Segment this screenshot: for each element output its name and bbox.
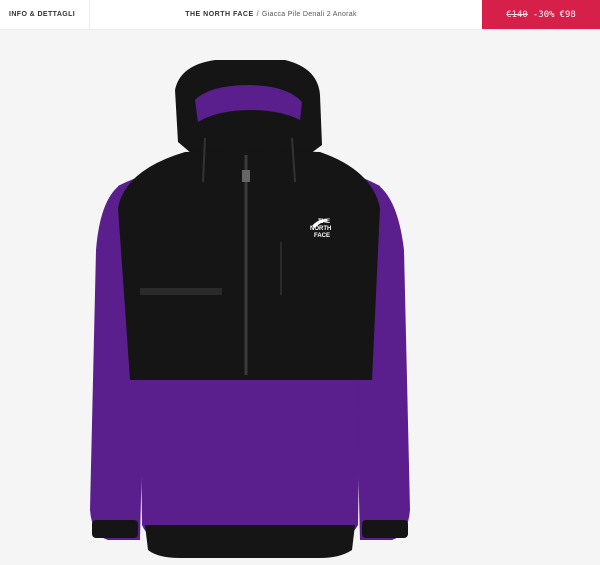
product-image-area: THE NORTH FACE: [0, 30, 600, 565]
breadcrumb-separator: /: [256, 11, 259, 18]
right-cuff: [362, 520, 408, 538]
info-details-label: INFO & DETTAGLI: [9, 11, 76, 18]
breadcrumb: THE NORTH FACE / Giacca Pile Denali 2 An…: [90, 0, 482, 29]
chest-panel: [118, 150, 380, 380]
current-price: €98: [559, 9, 576, 20]
info-details-button[interactable]: INFO & DETTAGLI: [0, 0, 90, 29]
jacket-image: THE NORTH FACE: [90, 60, 410, 558]
brand-name[interactable]: THE NORTH FACE: [185, 11, 253, 18]
hem-band: [145, 525, 355, 558]
svg-text:THE: THE: [318, 219, 330, 225]
chest-pocket: [140, 288, 222, 295]
svg-text:NORTH: NORTH: [310, 226, 331, 232]
product-name: Giacca Pile Denali 2 Anorak: [261, 11, 357, 18]
discount-percent: -30%: [532, 9, 555, 20]
price-badge: €140 -30% €98: [482, 0, 600, 29]
original-price: €140: [506, 9, 528, 20]
lower-body: [140, 380, 360, 542]
top-bar: INFO & DETTAGLI THE NORTH FACE / Giacca …: [0, 0, 600, 30]
left-cuff: [92, 520, 138, 538]
svg-text:FACE: FACE: [314, 233, 330, 239]
